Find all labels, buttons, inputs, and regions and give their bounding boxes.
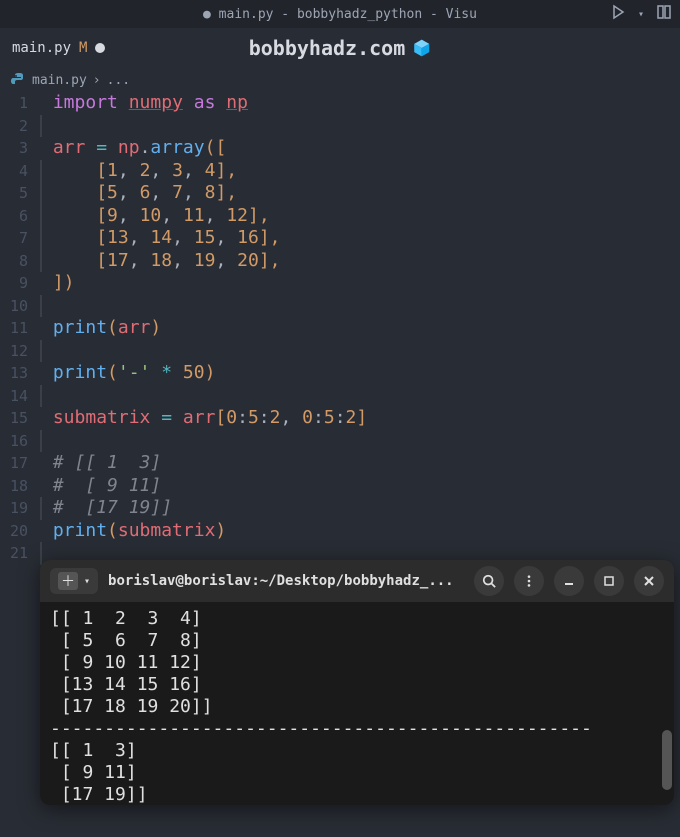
editor[interactable]: 1 2 3 4 5 6 7 8 9 10 11 12 13 14 15 16 1… — [0, 92, 680, 564]
line-number: 9 — [0, 272, 28, 295]
line-number: 6 — [0, 205, 28, 228]
scrollbar[interactable] — [662, 730, 672, 790]
breadcrumb-more: ... — [107, 73, 130, 88]
line-number: 4 — [0, 160, 28, 183]
line-number: 10 — [0, 295, 28, 318]
line-number: 2 — [0, 115, 28, 138]
line-number: 15 — [0, 407, 28, 430]
line-number: 17 — [0, 452, 28, 475]
line-number: 14 — [0, 385, 28, 408]
tab-main-py[interactable]: main.py M — [0, 28, 117, 68]
menu-icon[interactable] — [514, 566, 544, 596]
line-number: 5 — [0, 182, 28, 205]
code-line — [40, 385, 680, 408]
line-number: 8 — [0, 250, 28, 273]
terminal-header[interactable]: ＋ ▾ borislav@borislav:~/Desktop/bobbyhad… — [40, 560, 674, 602]
code-line: print(arr) — [40, 317, 680, 340]
code-line: arr = np.array([ — [40, 137, 680, 160]
breadcrumb-sep-icon: › — [93, 73, 101, 88]
code-line: # [17 19]] — [40, 497, 680, 520]
terminal-output[interactable]: [[ 1 2 3 4] [ 5 6 7 8] [ 9 10 11 12] [13… — [40, 602, 674, 805]
line-number: 1 — [0, 92, 28, 115]
python-file-icon — [10, 72, 26, 88]
tab-bar: main.py M bobbyhadz.com — [0, 28, 680, 68]
search-icon[interactable] — [474, 566, 504, 596]
line-number: 13 — [0, 362, 28, 385]
gutter: 1 2 3 4 5 6 7 8 9 10 11 12 13 14 15 16 1… — [0, 92, 40, 564]
maximize-icon[interactable] — [594, 566, 624, 596]
terminal-window: ＋ ▾ borislav@borislav:~/Desktop/bobbyhad… — [40, 560, 674, 805]
line-number: 19 — [0, 497, 28, 520]
new-tab-icon[interactable]: ＋ — [58, 572, 78, 590]
line-number: 16 — [0, 430, 28, 453]
tab-filename: main.py — [12, 40, 71, 56]
line-number: 12 — [0, 340, 28, 363]
line-number: 3 — [0, 137, 28, 160]
tab-modified-badge: M — [79, 40, 87, 56]
watermark-text: bobbyhadz.com — [249, 36, 406, 60]
code-line: [5, 6, 7, 8], — [40, 182, 680, 205]
code-line — [40, 340, 680, 363]
code-line: [9, 10, 11, 12], — [40, 205, 680, 228]
close-icon[interactable] — [634, 566, 664, 596]
breadcrumb-file: main.py — [32, 73, 87, 88]
code-line: # [ 9 11] — [40, 475, 680, 498]
line-number: 20 — [0, 520, 28, 543]
code-line: # [[ 1 3] — [40, 452, 680, 475]
code-line: [1, 2, 3, 4], — [40, 160, 680, 183]
code-line — [40, 430, 680, 453]
chevron-down-icon[interactable]: ▾ — [84, 576, 90, 587]
terminal-title: borislav@borislav:~/Desktop/bobbyhadz_..… — [108, 573, 464, 589]
titlebar: ● main.py - bobbyhadz_python - Visu ▾ — [0, 0, 680, 28]
code-line — [40, 295, 680, 318]
line-number: 21 — [0, 542, 28, 565]
code-line: [13, 14, 15, 16], — [40, 227, 680, 250]
cube-icon — [411, 38, 431, 58]
code-line: print(submatrix) — [40, 520, 680, 543]
play-icon[interactable] — [610, 4, 626, 24]
code-line: ]) — [40, 272, 680, 295]
breadcrumb[interactable]: main.py › ... — [0, 68, 680, 92]
titlebar-text: ● main.py - bobbyhadz_python - Visu — [203, 7, 477, 22]
code-area[interactable]: import numpy as np arr = np.array([ [1, … — [40, 92, 680, 564]
code-line: import numpy as np — [40, 92, 680, 115]
code-line: print('-' * 50) — [40, 362, 680, 385]
chevron-down-icon[interactable]: ▾ — [638, 9, 644, 20]
tab-dirty-dot-icon[interactable] — [95, 43, 105, 53]
split-icon[interactable] — [656, 4, 672, 24]
watermark: bobbyhadz.com — [249, 36, 432, 60]
minimize-icon[interactable] — [554, 566, 584, 596]
code-line — [40, 115, 680, 138]
code-line: submatrix = arr[0:5:2, 0:5:2] — [40, 407, 680, 430]
code-line: [17, 18, 19, 20], — [40, 250, 680, 273]
line-number: 11 — [0, 317, 28, 340]
terminal-tab[interactable]: ＋ ▾ — [50, 568, 98, 594]
line-number: 7 — [0, 227, 28, 250]
line-number: 18 — [0, 475, 28, 498]
